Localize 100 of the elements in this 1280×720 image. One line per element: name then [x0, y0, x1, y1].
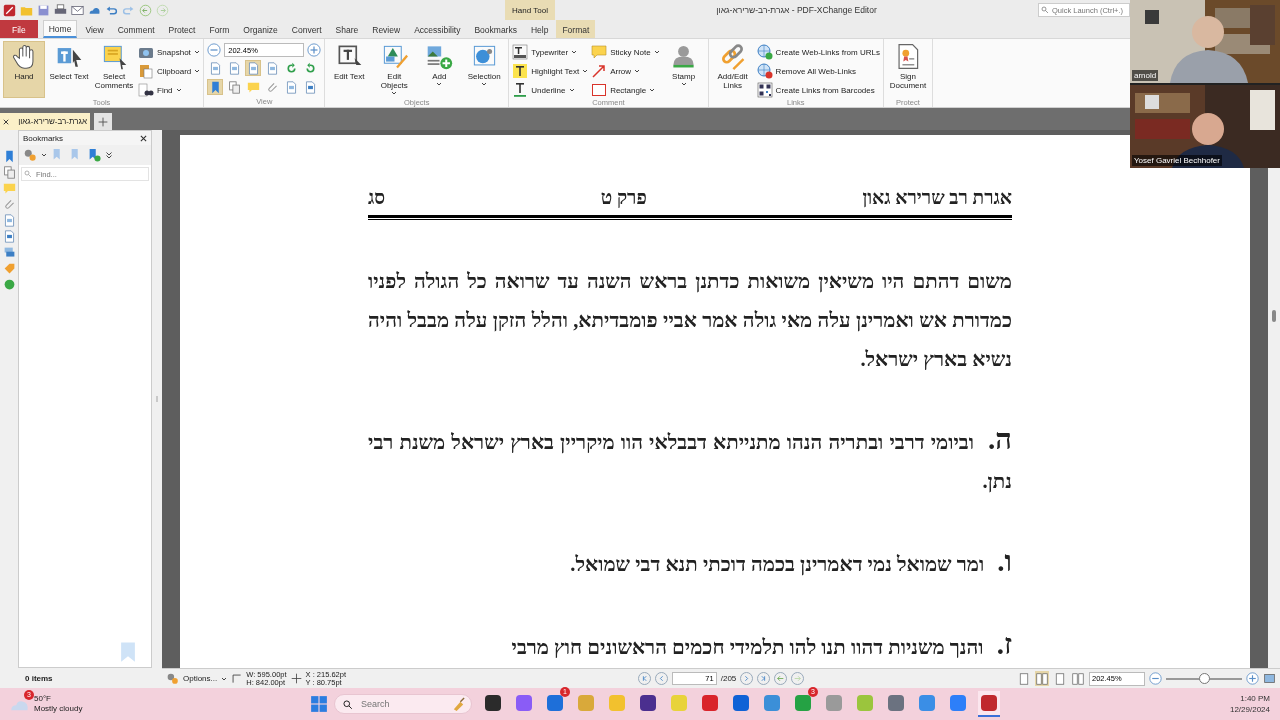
menu-tab[interactable]: Bookmarks — [468, 20, 523, 38]
clock-time: 1:40 PM — [1240, 693, 1270, 704]
participant-name: Yosef Gavriel Bechhofer — [1132, 155, 1222, 166]
sticky-note-icon — [591, 44, 608, 60]
ribbon-button[interactable]: Clipboard — [138, 63, 201, 79]
menu-tab[interactable]: Form — [203, 20, 236, 38]
ribbon-button[interactable]: Select Text — [48, 41, 90, 98]
arrow-left-icon — [776, 674, 786, 683]
menu-tab[interactable]: File — [0, 20, 38, 38]
gear-icon — [166, 672, 179, 685]
zoom-in-icon — [307, 43, 322, 57]
zoom-in-icon — [1246, 672, 1259, 685]
ribbon-button[interactable]: Select Comments — [93, 41, 135, 98]
pages-icon — [227, 80, 241, 94]
menu-tab[interactable]: Review — [366, 20, 407, 38]
clipboard-icon — [138, 63, 154, 79]
tag-icon — [2, 262, 16, 275]
ribbon-button[interactable]: Hand — [3, 41, 45, 98]
ribbon-button[interactable]: Underline — [512, 82, 589, 98]
windows-start-icon — [310, 695, 328, 713]
ribbon-button[interactable]: Sticky Note — [591, 44, 660, 60]
document-tab-label: אגרת-רב-שרירא-גאון — [18, 117, 87, 126]
back-icon — [139, 3, 152, 17]
layers-icon — [2, 246, 16, 259]
ribbon-button[interactable]: Find — [138, 82, 201, 98]
view-icon — [1263, 672, 1276, 685]
page-layout-button[interactable] — [1053, 671, 1067, 686]
clock-date: 12/29/2024 — [1229, 704, 1270, 715]
chevron-left-icon — [656, 674, 666, 683]
document-settings-icon — [303, 80, 317, 94]
zoom-out-icon — [1149, 672, 1162, 685]
globe-icon — [2, 278, 16, 291]
fit-width-icon — [246, 61, 260, 75]
scrollbar-thumb[interactable] — [1272, 310, 1276, 322]
document-tab[interactable]: אגרת-רב-שרירא-גאון — [0, 113, 90, 130]
temperature: 50°F — [34, 694, 52, 704]
new-tab-button[interactable] — [94, 113, 112, 130]
chapter-title: פרק ט — [600, 187, 647, 209]
menu-tab[interactable]: Home — [42, 20, 78, 38]
paperclip-icon — [265, 80, 279, 94]
ribbon-button[interactable]: Add/Edit Links — [711, 41, 754, 98]
page-layout-button[interactable] — [1071, 671, 1085, 686]
taskbar-search-field[interactable]: Search — [334, 694, 472, 714]
ribbon-button[interactable]: Rectangle — [591, 82, 660, 98]
view-toggle-button[interactable] — [226, 79, 243, 95]
crosshair-icon — [290, 673, 302, 684]
comment-icon — [246, 80, 260, 94]
binoculars-icon — [138, 82, 154, 98]
ribbon-button[interactable]: Remove All Web-Links — [756, 63, 880, 79]
page-number: סג — [368, 187, 386, 209]
menu-tab[interactable]: Organize — [237, 20, 284, 38]
ribbon-button[interactable]: Create Links from Barcodes — [756, 82, 880, 98]
view-toggle-button[interactable] — [207, 79, 224, 95]
menu-tab[interactable]: Help — [524, 20, 555, 38]
menu-tab[interactable]: View — [79, 20, 110, 38]
page-icon — [208, 61, 222, 75]
bookmark-add-icon — [87, 148, 101, 162]
menu-tab[interactable]: Format — [556, 20, 596, 38]
window-title: אגרת-רב-שרירא-גאון - PDF-XChange Editor — [715, 5, 878, 15]
ribbon-button[interactable]: Add — [418, 41, 461, 98]
underline-icon — [512, 82, 529, 98]
ribbon-button[interactable]: Typewriter — [512, 44, 589, 60]
gear-icon — [23, 148, 37, 162]
page-layout-button[interactable] — [1017, 671, 1031, 686]
caret-icon — [221, 675, 228, 682]
ribbon-button[interactable]: Selection — [463, 41, 506, 98]
menu-tab[interactable]: Convert — [285, 20, 328, 38]
rotate-left-icon — [284, 61, 298, 75]
ribbon-button[interactable]: Highlight Text — [512, 63, 589, 79]
ribbon-button[interactable]: Edit Text — [328, 41, 371, 98]
menu-tab[interactable]: Protect — [162, 20, 202, 38]
chevron-right-icon — [742, 674, 752, 683]
menu-tab[interactable]: Share — [329, 20, 365, 38]
participant-name: arnold — [1132, 70, 1159, 81]
view-toggle-button[interactable] — [245, 60, 262, 76]
ribbon-button[interactable]: Arrow — [591, 63, 660, 79]
page-layout-icon — [1018, 672, 1030, 685]
ribbon-button[interactable]: Edit Objects — [373, 41, 416, 98]
page-layout-button[interactable] — [1035, 671, 1049, 686]
globe-minus-icon — [756, 63, 773, 79]
document-icon — [2, 214, 16, 227]
plus-icon — [98, 116, 108, 127]
save-icon — [37, 3, 50, 17]
page-layout-icon — [1054, 672, 1066, 685]
page-size-icon — [231, 673, 243, 684]
chevron-icon — [105, 151, 113, 159]
slider-thumb[interactable] — [1199, 672, 1210, 684]
ribbon-button[interactable]: Create Web-Links from URLs — [756, 44, 880, 60]
arrow-right-icon — [793, 674, 803, 683]
zoom-out-icon — [207, 43, 222, 57]
ribbon-button[interactable]: Snapshot — [138, 44, 201, 60]
options-menu[interactable]: Options... — [183, 674, 218, 683]
item-count: 0 items — [24, 672, 54, 685]
ribbon-button[interactable]: Sign Document — [886, 41, 929, 98]
menu-tab[interactable]: Accessibility — [408, 20, 467, 38]
typewriter-icon — [512, 44, 529, 60]
ribbon-button[interactable]: Stamp — [662, 41, 705, 98]
paragraph-text: משום דהתם היו משיאין משואות כדתנן בראש השנה עד שרואה כל הגולה לפניו כמדורת אש ואמרינן עלה מאי גולה אמר אביי פומבדיתא, והלל הזקן עלה מבבל והיה נשיא בארץ ישראל. — [368, 269, 1012, 372]
taskbar-app[interactable] — [978, 691, 1000, 717]
menu-tab[interactable]: Comment — [111, 20, 161, 38]
